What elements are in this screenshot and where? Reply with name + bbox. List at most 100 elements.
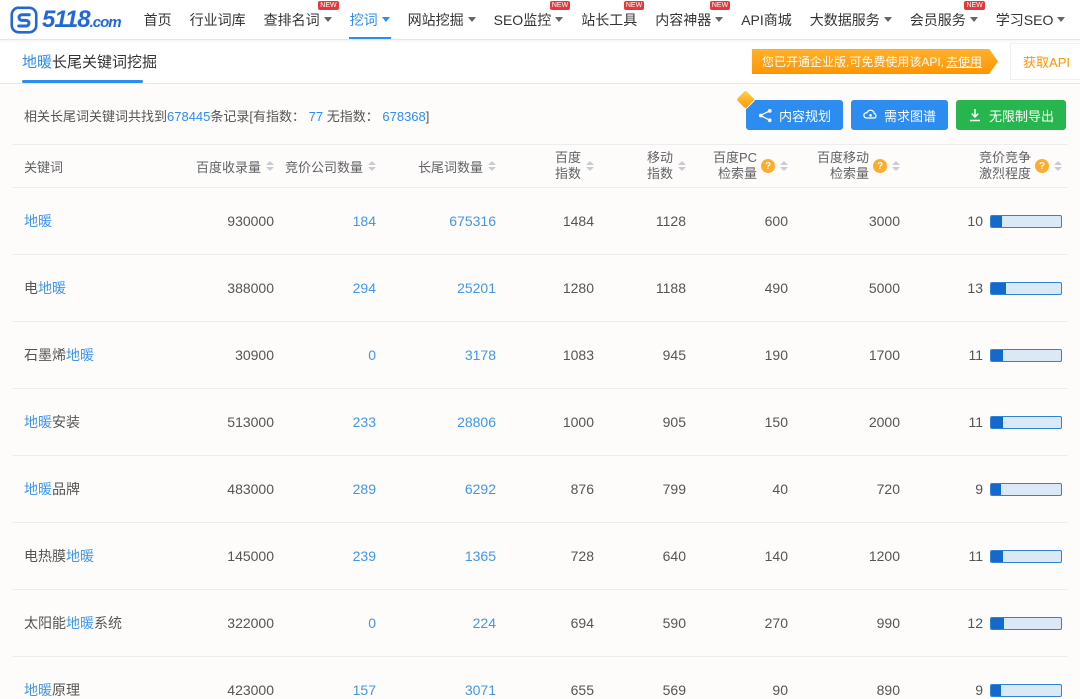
bid-companies-link[interactable]: 294 (284, 280, 386, 296)
keyword-link[interactable]: 地暖 (24, 412, 52, 432)
bid-companies-link[interactable]: 233 (284, 414, 386, 430)
keyword-link[interactable]: 地暖 (24, 680, 52, 699)
get-api-button[interactable]: 获取API (1010, 43, 1080, 80)
sort-icon[interactable] (368, 161, 376, 171)
help-icon[interactable]: ? (873, 159, 887, 173)
col-mobile-index: 移动指数 (604, 150, 696, 183)
chevron-down-icon (382, 17, 390, 22)
top-navbar: 5118.com 首页 行业词库 查排名词NEW 挖词 网站挖掘 SEO监控NE… (0, 0, 1080, 40)
baidu-index-cell: 655 (506, 682, 604, 698)
competition-bar (990, 282, 1062, 295)
nav-item-home[interactable]: 首页 (135, 0, 181, 39)
table-row: 电地暖 388000 294 25201 1280 1188 490 5000 … (12, 255, 1068, 322)
keyword-link[interactable]: 地暖 (24, 211, 52, 231)
nav-item-industry-thesaurus[interactable]: 行业词库 (181, 0, 255, 39)
help-icon[interactable]: ? (761, 159, 775, 173)
nav-item-learn-seo[interactable]: 学习SEO (987, 0, 1075, 39)
competition-bar (990, 550, 1062, 563)
baidu-index-cell: 1484 (506, 213, 604, 229)
nav-item-site-mining[interactable]: 网站挖掘 (399, 0, 485, 39)
nav-item-webmaster-tools[interactable]: 站长工具NEW (572, 0, 646, 39)
new-badge: NEW (964, 1, 984, 10)
col-bid-companies: 竞价公司数量 (284, 157, 386, 176)
baidu-index-cell: 1000 (506, 414, 604, 430)
demand-map-button[interactable]: 需求图谱 (851, 100, 948, 130)
pc-search-cell: 40 (696, 481, 798, 497)
baidu-results-cell: 423000 (166, 682, 284, 698)
keyword-cell: 地暖原理 (12, 680, 166, 699)
mobile-index-cell: 1188 (604, 280, 696, 296)
keyword-link[interactable]: 地暖 (66, 345, 94, 365)
competition-bar (990, 617, 1062, 630)
content-plan-button[interactable]: 内容规划 (746, 100, 843, 130)
mobile-index-cell: 1128 (604, 213, 696, 229)
longtail-count-link[interactable]: 3178 (386, 347, 506, 363)
keyword-cell: 地暖品牌 (12, 479, 166, 499)
sort-icon[interactable] (586, 161, 594, 171)
chevron-down-icon (1057, 17, 1065, 22)
table-row: 地暖安装 513000 233 28806 1000 905 150 2000 … (12, 389, 1068, 456)
keyword-link[interactable]: 地暖 (66, 613, 94, 633)
mobile-index-cell: 799 (604, 481, 696, 497)
sort-icon[interactable] (780, 161, 788, 171)
sort-icon[interactable] (892, 161, 900, 171)
sort-icon[interactable] (488, 161, 496, 171)
nav-item-content-tool[interactable]: 内容神器NEW (646, 0, 732, 39)
chevron-down-icon (555, 17, 563, 22)
help-icon[interactable]: ? (1035, 159, 1049, 173)
longtail-count-link[interactable]: 25201 (386, 280, 506, 296)
chevron-down-icon (324, 17, 332, 22)
sort-icon[interactable] (266, 161, 274, 171)
logo-icon (10, 6, 38, 34)
longtail-count-link[interactable]: 675316 (386, 213, 506, 229)
tab-longtail-mining[interactable]: 地暖长尾关键词挖掘 (22, 40, 157, 83)
longtail-count-link[interactable]: 3071 (386, 682, 506, 698)
nav-item-bigdata-service[interactable]: 大数据服务 (801, 0, 901, 39)
bid-companies-link[interactable]: 157 (284, 682, 386, 698)
new-badge: NEW (550, 1, 570, 10)
site-logo[interactable]: 5118.com (10, 6, 121, 34)
keyword-link[interactable]: 地暖 (66, 546, 94, 566)
page: 5118.com 首页 行业词库 查排名词NEW 挖词 网站挖掘 SEO监控NE… (0, 0, 1080, 699)
bid-companies-link[interactable]: 0 (284, 615, 386, 631)
nav-item-rank-words[interactable]: 查排名词NEW (255, 0, 341, 39)
competition-bar (990, 684, 1062, 697)
pc-search-cell: 190 (696, 347, 798, 363)
nav-item-dig-words[interactable]: 挖词 (341, 0, 399, 39)
tab-bar-right: 您已开通企业版,可免费使用该API,去使用 获取API (752, 40, 1080, 83)
bid-companies-link[interactable]: 184 (284, 213, 386, 229)
tab-rest-text: 长尾关键词挖掘 (52, 51, 157, 72)
mobile-search-cell: 3000 (798, 213, 910, 229)
bid-companies-link[interactable]: 289 (284, 481, 386, 497)
new-badge: NEW (710, 1, 730, 10)
nav-item-member-service[interactable]: 会员服务NEW (901, 0, 987, 39)
enterprise-api-banner[interactable]: 您已开通企业版,可免费使用该API,去使用 (752, 49, 998, 74)
chevron-down-icon (715, 17, 723, 22)
bid-companies-link[interactable]: 0 (284, 347, 386, 363)
nav-item-seo-monitor[interactable]: SEO监控NEW (485, 0, 573, 39)
longtail-count-link[interactable]: 224 (386, 615, 506, 631)
longtail-count-link[interactable]: 1365 (386, 548, 506, 564)
keyword-link[interactable]: 地暖 (38, 278, 66, 298)
action-buttons: 内容规划 需求图谱 无限制导出 (746, 100, 1066, 130)
competition-bar (990, 349, 1062, 362)
share-icon (758, 108, 773, 123)
sort-icon[interactable] (678, 161, 686, 171)
longtail-count-link[interactable]: 6292 (386, 481, 506, 497)
nav-item-api-store[interactable]: API商城 (732, 0, 801, 39)
col-mobile-search: 百度移动检索量? (798, 150, 910, 183)
keyword-link[interactable]: 地暖 (24, 479, 52, 499)
sort-icon[interactable] (1054, 161, 1062, 171)
longtail-count-link[interactable]: 28806 (386, 414, 506, 430)
logo-text: 5118.com (42, 6, 121, 34)
table-row: 电热膜地暖 145000 239 1365 728 640 140 1200 1… (12, 523, 1068, 590)
table-row: 地暖原理 423000 157 3071 655 569 90 890 9 (12, 657, 1068, 699)
banner-go-link[interactable]: 去使用 (946, 53, 982, 70)
baidu-index-cell: 694 (506, 615, 604, 631)
bid-companies-link[interactable]: 239 (284, 548, 386, 564)
export-button[interactable]: 无限制导出 (956, 100, 1066, 130)
mobile-index-cell: 905 (604, 414, 696, 430)
keyword-cell: 石墨烯地暖 (12, 345, 166, 365)
baidu-index-cell: 1083 (506, 347, 604, 363)
table-header-row: 关键词 百度收录量 竞价公司数量 长尾词数量 百度指数 移动指数 百度PC检索量… (12, 144, 1068, 188)
